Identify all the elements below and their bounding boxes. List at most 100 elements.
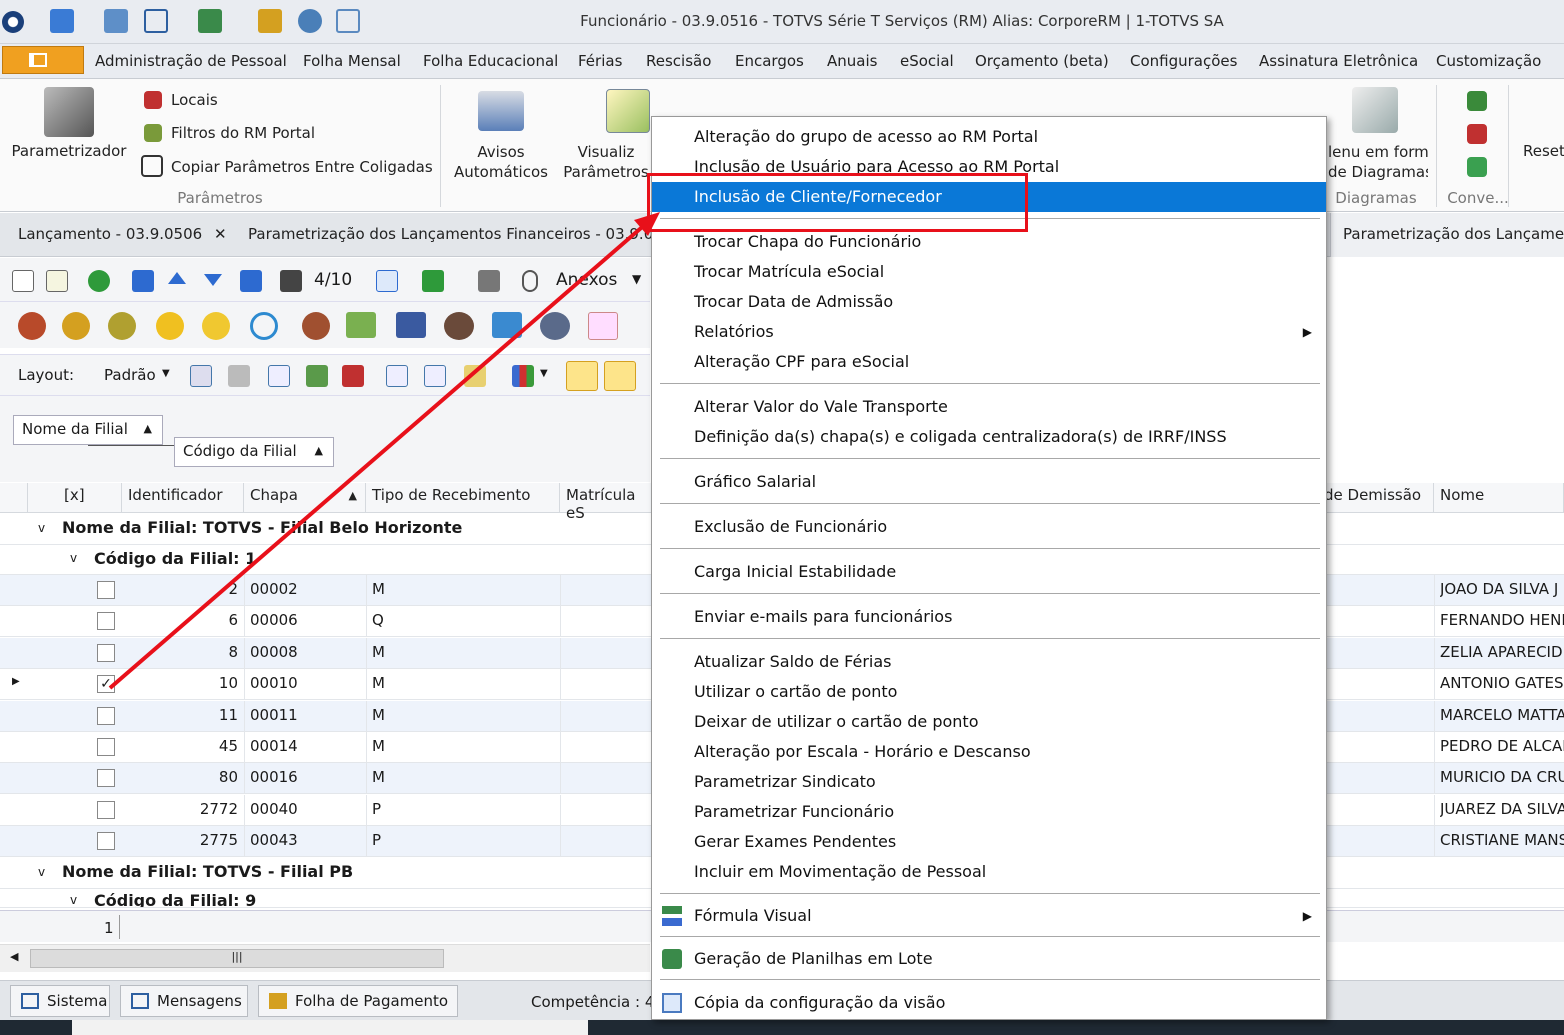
row-checkbox[interactable]: ✓ [97,675,115,694]
view-a-icon[interactable] [566,361,598,391]
refresh-icon[interactable] [88,270,110,292]
mail-icon[interactable] [346,312,376,338]
menu-item-alteracao-grupo[interactable]: Alteração do grupo de acesso ao RM Porta… [652,122,1326,152]
menu-item-deixar-cartao[interactable]: Deixar de utilizar o cartão de ponto [652,707,1326,737]
groupby-chip-filial[interactable]: Nome da Filial ▲ [13,415,163,445]
tab-rescisao[interactable]: Rescisão [646,52,711,70]
doc-tab-lancamento[interactable]: Lançamento - 03.9.0506 [18,225,202,243]
tab-ferias[interactable]: Férias [578,52,622,70]
mensagens-button[interactable]: Mensagens [120,985,248,1017]
clock-icon[interactable] [250,312,278,340]
menu-item-formula-visual[interactable]: Fórmula Visual ▶ [652,901,1326,931]
grid-header-nome[interactable]: Nome [1434,483,1564,513]
anexos-button[interactable]: Anexos [556,270,617,290]
person-icon[interactable] [18,312,46,340]
layout-cols-icon[interactable] [386,365,408,387]
menu-item-vale-transporte[interactable]: Alterar Valor do Vale Transporte [652,392,1326,422]
convert-icon[interactable] [1467,124,1487,144]
menu-item-sindicato[interactable]: Parametrizar Sindicato [652,767,1326,797]
menu-item-movimentacao[interactable]: Incluir em Movimentação de Pessoal [652,857,1326,887]
taskbar-search[interactable] [72,1020,588,1035]
first-icon[interactable] [132,270,154,292]
row-checkbox[interactable] [97,738,115,756]
row-checkbox[interactable] [97,800,115,819]
chart-dropdown-icon[interactable]: ▼ [540,368,548,379]
reset-button[interactable]: Reset [1523,141,1564,161]
menu-item-exames[interactable]: Gerar Exames Pendentes [652,827,1326,857]
grid-header-demissao[interactable]: de Demissão [1318,483,1434,513]
sun-icon[interactable] [156,312,184,340]
collapse-icon[interactable]: v [70,551,77,565]
layout-dropdown-icon[interactable]: ▼ [162,368,170,379]
tab-anuais[interactable]: Anuais [827,52,877,70]
folha-button[interactable]: Folha de Pagamento [258,985,458,1017]
visualizar-button[interactable]: Visualiz Parâmetros [560,142,652,182]
parametrizador-button[interactable]: Parametrizador [10,141,128,161]
doc-tab-parametrizacao[interactable]: Parametrização dos Lançamentos Financeir… [248,225,672,243]
layout-import-icon[interactable] [306,365,328,387]
anexos-dropdown-icon[interactable]: ▼ [632,272,641,286]
menu-item-enviar-emails[interactable]: Enviar e-mails para funcionários [652,602,1326,632]
locais-button[interactable]: Locais [171,90,218,110]
tab-esocial[interactable]: eSocial [900,52,954,70]
tab-configuracoes[interactable]: Configurações [1130,52,1237,70]
menu-item-trocar-data[interactable]: Trocar Data de Admissão [652,287,1326,317]
grid-header-matricula[interactable]: Matrícula eS [560,483,654,522]
grid-header-tipo[interactable]: Tipo de Recebimento [366,483,560,513]
next-icon[interactable] [204,274,222,286]
copiar-button[interactable]: Copiar Parâmetros Entre Coligadas [171,157,433,177]
view-b-icon[interactable] [604,361,636,391]
row-checkbox[interactable] [97,706,115,725]
grid-icon[interactable] [588,312,618,340]
check-icon[interactable] [1467,91,1487,111]
prev-icon[interactable] [168,272,186,284]
row-checkbox[interactable] [97,643,115,662]
layout-save-icon[interactable] [190,365,212,387]
process-icon[interactable] [422,270,444,292]
horizontal-scrollbar[interactable]: ◀ ||| [0,944,650,972]
menu-item-alteracao-cpf[interactable]: Alteração CPF para eSocial [652,347,1326,377]
tab-assinatura[interactable]: Assinatura Eletrônica [1259,52,1418,70]
grid-header-chapa[interactable]: Chapa ▲ [244,483,366,513]
print-icon[interactable] [478,270,500,292]
close-icon[interactable]: ✕ [214,225,227,243]
row-checkbox[interactable] [97,832,115,851]
person-remove-icon[interactable] [302,312,330,340]
collapse-icon[interactable]: v [38,865,45,879]
tab-orcamento[interactable]: Orçamento (beta) [975,52,1109,70]
grid-header-identificador[interactable]: Identificador [122,483,244,513]
sistema-button[interactable]: Sistema [10,985,110,1017]
layout-table-icon[interactable] [268,365,290,387]
tab-folha-educacional[interactable]: Folha Educacional [423,52,558,70]
row-checkbox[interactable] [97,581,115,599]
coins-icon[interactable] [62,312,90,340]
menu-item-atualizar-saldo[interactable]: Atualizar Saldo de Férias [652,647,1326,677]
menu-item-parametrizar-funcionario[interactable]: Parametrizar Funcionário [652,797,1326,827]
layout-sum-icon[interactable] [424,365,446,387]
green-icon[interactable] [1467,157,1487,177]
last-icon[interactable] [240,270,262,292]
tab-folha-mensal[interactable]: Folha Mensal [303,52,401,70]
edit-icon[interactable] [46,270,68,292]
scroll-left-icon[interactable]: ◀ [10,950,18,963]
collapse-icon[interactable]: v [70,893,77,907]
menu-diagramas-button[interactable]: lenu em forma de Diagramas [1328,142,1428,182]
menu-item-carga-inicial[interactable]: Carga Inicial Estabilidade [652,557,1326,587]
menu-item-copia-config[interactable]: Cópia da configuração da visão [652,988,1326,1018]
tab-customizacao[interactable]: Customização [1436,52,1541,70]
layout-disk-icon[interactable] [228,365,250,387]
attachment-icon[interactable] [522,270,538,292]
menu-item-escala[interactable]: Alteração por Escala - Horário e Descans… [652,737,1326,767]
layout-filter-icon[interactable] [464,365,486,387]
scroll-thumb[interactable]: ||| [30,949,444,968]
menu-item-utilizar-cartao[interactable]: Utilizar o cartão de ponto [652,677,1326,707]
menu-item-exclusao[interactable]: Exclusão de Funcionário [652,512,1326,542]
menu-item-planilhas[interactable]: Geração de Planilhas em Lote [652,944,1326,974]
layout-home-icon[interactable] [342,365,364,387]
person-add-icon[interactable] [540,312,570,340]
row-checkbox[interactable] [97,612,115,631]
tab-encargos[interactable]: Encargos [735,52,804,70]
calendar-icon[interactable] [376,270,398,292]
collapse-icon[interactable]: v [38,521,45,535]
doc-tab-parametrizacao-2[interactable]: Parametrização dos Lançament [1343,225,1564,243]
